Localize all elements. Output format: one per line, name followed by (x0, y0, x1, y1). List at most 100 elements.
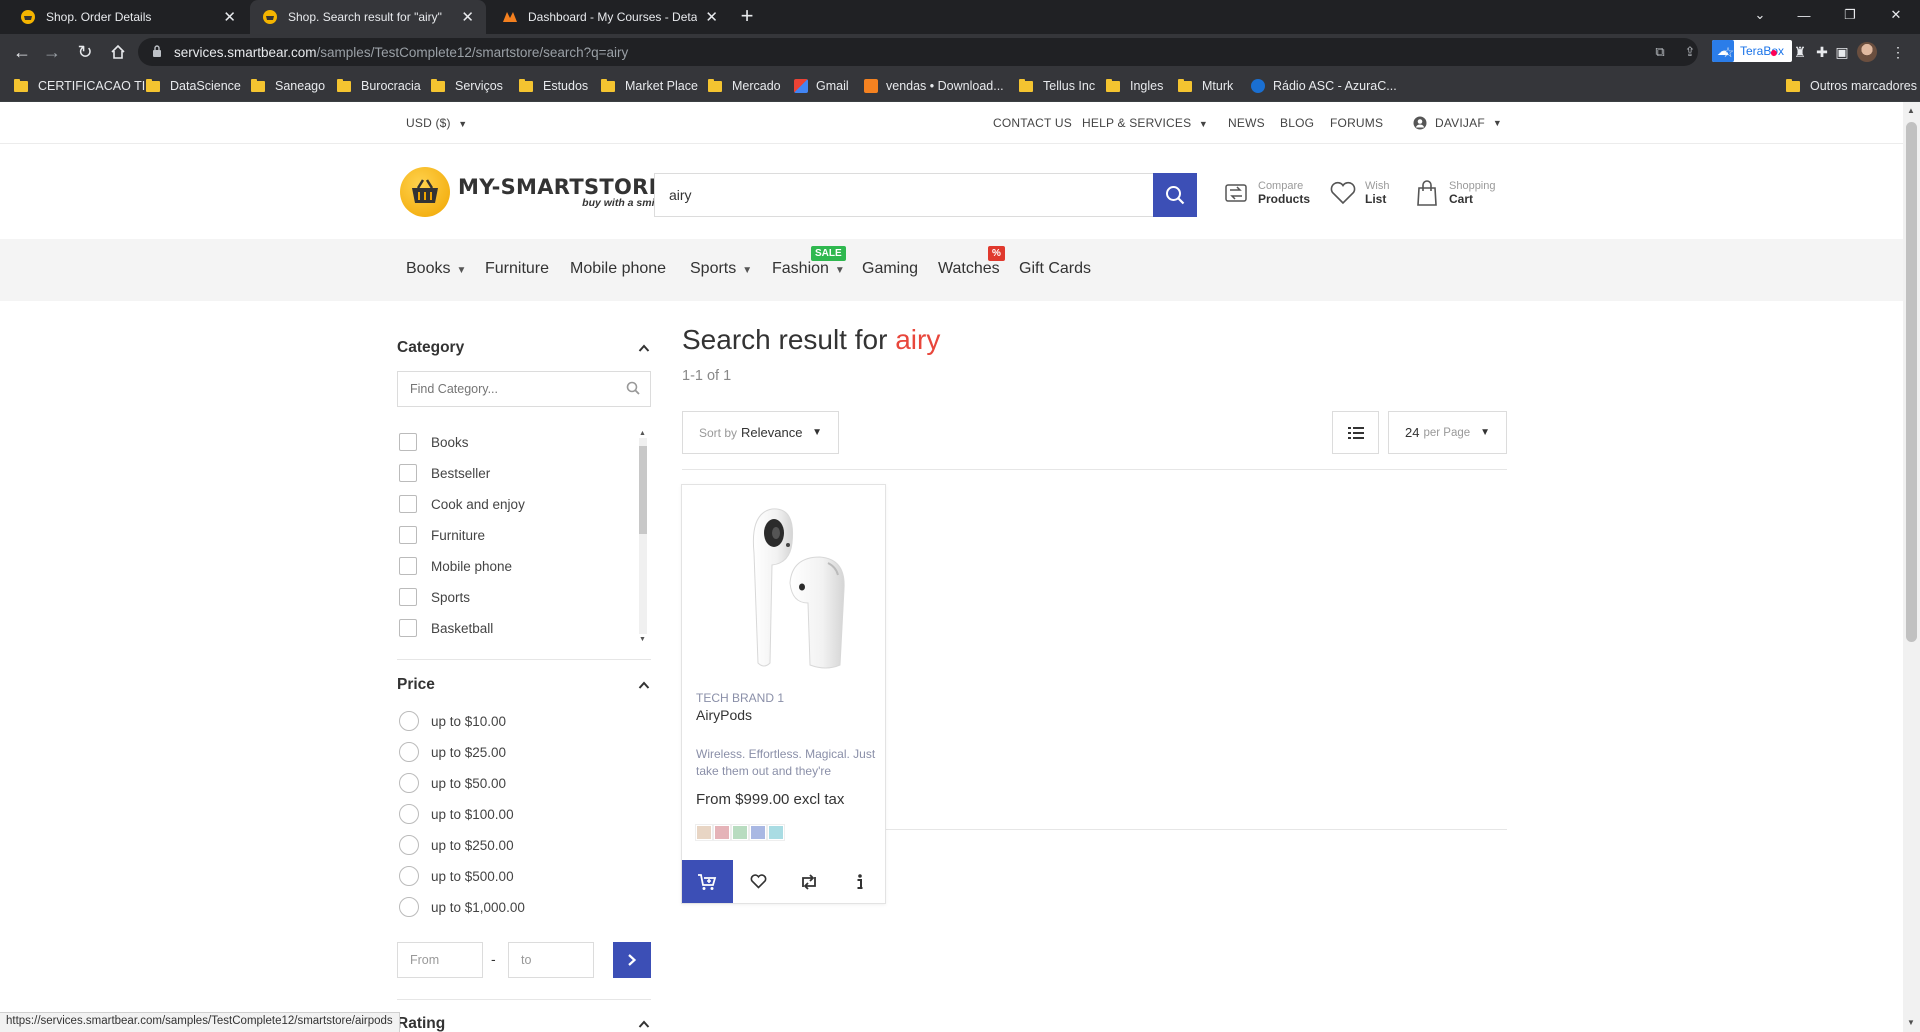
category-search-input[interactable] (398, 372, 608, 406)
close-window-icon[interactable]: ✕ (1873, 0, 1919, 30)
radio-button[interactable] (399, 804, 419, 824)
category-checkbox-cook-and-enjoy[interactable]: Cook and enjoy (399, 495, 525, 513)
product-card[interactable]: TECH BRAND 1 AiryPods Wireless. Effortle… (681, 484, 886, 904)
search-button[interactable] (1153, 173, 1197, 217)
contact-link[interactable]: CONTACT US (993, 116, 1072, 130)
radio-button[interactable] (399, 866, 419, 886)
add-to-wishlist-button[interactable] (733, 860, 784, 903)
nav-watches[interactable]: Watches (938, 260, 1000, 278)
tab-dashboard[interactable]: Dashboard - My Courses - Detail ✕ (490, 0, 730, 34)
compare-products-button[interactable]: Compare Products (1221, 178, 1310, 208)
currency-selector[interactable]: USD ($) ▼ (406, 116, 467, 130)
bookmark-folder[interactable]: Tellus Inc (1019, 70, 1095, 102)
share-icon[interactable]: ⇪ (1682, 44, 1698, 60)
address-bar[interactable]: services.smartbear.com/samples/TestCompl… (138, 38, 1698, 66)
chevron-up-icon[interactable] (638, 342, 650, 356)
sort-dropdown[interactable]: Sort by Relevance ▼ (682, 411, 839, 454)
forums-link[interactable]: FORUMS (1330, 116, 1383, 130)
back-icon[interactable]: ← (10, 40, 34, 64)
bookmark-gmail[interactable]: Gmail (794, 70, 849, 102)
price-option-50[interactable]: up to $50.00 (399, 773, 506, 793)
minimize-icon[interactable]: — (1781, 0, 1827, 30)
checkbox[interactable] (399, 557, 417, 575)
product-image[interactable] (710, 493, 860, 673)
extension-icon[interactable]: ♜ (1792, 44, 1808, 60)
rating-facet-title[interactable]: Rating (397, 1015, 445, 1032)
add-to-compare-button[interactable] (784, 860, 835, 903)
shopping-cart-button[interactable]: Shopping Cart (1412, 178, 1496, 208)
reload-icon[interactable]: ↻ (73, 40, 97, 64)
color-swatch[interactable] (713, 824, 731, 841)
search-input[interactable] (655, 174, 1196, 216)
bookmark-star-icon[interactable]: ☆ (1720, 44, 1736, 60)
checkbox[interactable] (399, 495, 417, 513)
category-checkbox-sports[interactable]: Sports (399, 588, 470, 606)
wish-list-button[interactable]: Wish List (1328, 178, 1389, 208)
scroll-up-icon[interactable]: ▲ (1907, 106, 1915, 115)
radio-button[interactable] (399, 773, 419, 793)
close-tab-icon[interactable]: ✕ (705, 8, 718, 26)
page-scrollbar[interactable]: ▲ ▼ (1903, 102, 1920, 1032)
bookmark-folder[interactable]: Serviços (431, 70, 503, 102)
product-name[interactable]: AiryPods (696, 707, 752, 723)
bookmark-radio[interactable]: Rádio ASC - AzuraC... (1251, 70, 1397, 102)
bookmark-folder[interactable]: Burocracia (337, 70, 421, 102)
price-from-input[interactable]: From (397, 942, 483, 978)
radio-button[interactable] (399, 742, 419, 762)
restore-icon[interactable]: ❐ (1827, 0, 1873, 30)
tab-order-details[interactable]: Shop. Order Details ✕ (8, 0, 248, 34)
extensions-puzzle-icon[interactable]: ✚ (1814, 44, 1830, 60)
nav-gaming[interactable]: Gaming (862, 260, 918, 278)
checkbox[interactable] (399, 464, 417, 482)
profile-avatar[interactable] (1857, 42, 1877, 62)
extension-icon[interactable]: ● (1766, 44, 1782, 60)
list-view-toggle[interactable] (1332, 411, 1379, 454)
bookmark-vendas[interactable]: vendas • Download... (864, 70, 1004, 102)
close-tab-icon[interactable]: ✕ (461, 8, 474, 26)
store-logo[interactable]: MY-SMARTSTORE buy with a smile (400, 167, 663, 217)
checkbox[interactable] (399, 433, 417, 451)
category-list-scrollbar[interactable]: ▲ ▼ (636, 430, 650, 645)
bookmark-folder[interactable]: Ingles (1106, 70, 1163, 102)
user-menu[interactable]: DAVIJAF ▼ (1413, 116, 1502, 130)
scroll-up-icon[interactable]: ▲ (639, 430, 646, 437)
chevron-up-icon[interactable] (638, 679, 650, 693)
news-link[interactable]: NEWS (1228, 116, 1265, 130)
bookmark-folder[interactable]: Mercado (708, 70, 781, 102)
chevron-up-icon[interactable] (638, 1018, 650, 1032)
category-checkbox-mobile-phone[interactable]: Mobile phone (399, 557, 512, 575)
checkbox[interactable] (399, 588, 417, 606)
color-swatch[interactable] (749, 824, 767, 841)
product-details-button[interactable] (834, 860, 885, 903)
close-tab-icon[interactable]: ✕ (223, 8, 236, 26)
scroll-down-icon[interactable]: ▼ (639, 636, 646, 643)
color-swatch[interactable] (731, 824, 749, 841)
bookmark-folder[interactable]: Mturk (1178, 70, 1233, 102)
bookmark-folder[interactable]: Market Place (601, 70, 698, 102)
bookmark-folder[interactable]: DataScience (146, 70, 241, 102)
bookmark-folder[interactable]: Estudos (519, 70, 588, 102)
price-option-1000[interactable]: up to $1,000.00 (399, 897, 525, 917)
category-checkbox-furniture[interactable]: Furniture (399, 526, 485, 544)
scroll-down-icon[interactable]: ▼ (1907, 1018, 1915, 1027)
nav-gift-cards[interactable]: Gift Cards (1019, 260, 1091, 278)
scroll-thumb[interactable] (1906, 122, 1917, 642)
new-tab-button[interactable]: + (735, 5, 759, 29)
forward-icon[interactable]: → (40, 40, 64, 64)
other-bookmarks[interactable]: Outros marcadores (1786, 70, 1917, 102)
price-option-100[interactable]: up to $100.00 (399, 804, 514, 824)
tab-search-result[interactable]: Shop. Search result for "airy" ✕ (250, 0, 486, 34)
translate-icon[interactable]: ⧉ (1652, 44, 1668, 60)
category-checkbox-bestseller[interactable]: Bestseller (399, 464, 490, 482)
bookmark-folder[interactable]: CERTIFICACAO TI (14, 70, 145, 102)
nav-fashion[interactable]: Fashion ▼ (772, 260, 845, 278)
per-page-dropdown[interactable]: 24 per Page ▼ (1388, 411, 1507, 454)
price-option-500[interactable]: up to $500.00 (399, 866, 514, 886)
price-option-10[interactable]: up to $10.00 (399, 711, 506, 731)
category-checkbox-books[interactable]: Books (399, 433, 469, 451)
price-option-250[interactable]: up to $250.00 (399, 835, 514, 855)
side-panel-icon[interactable]: ▣ (1834, 44, 1850, 60)
bookmark-folder[interactable]: Saneago (251, 70, 325, 102)
scroll-thumb[interactable] (639, 446, 647, 534)
help-services-menu[interactable]: HELP & SERVICES ▼ (1082, 116, 1208, 130)
